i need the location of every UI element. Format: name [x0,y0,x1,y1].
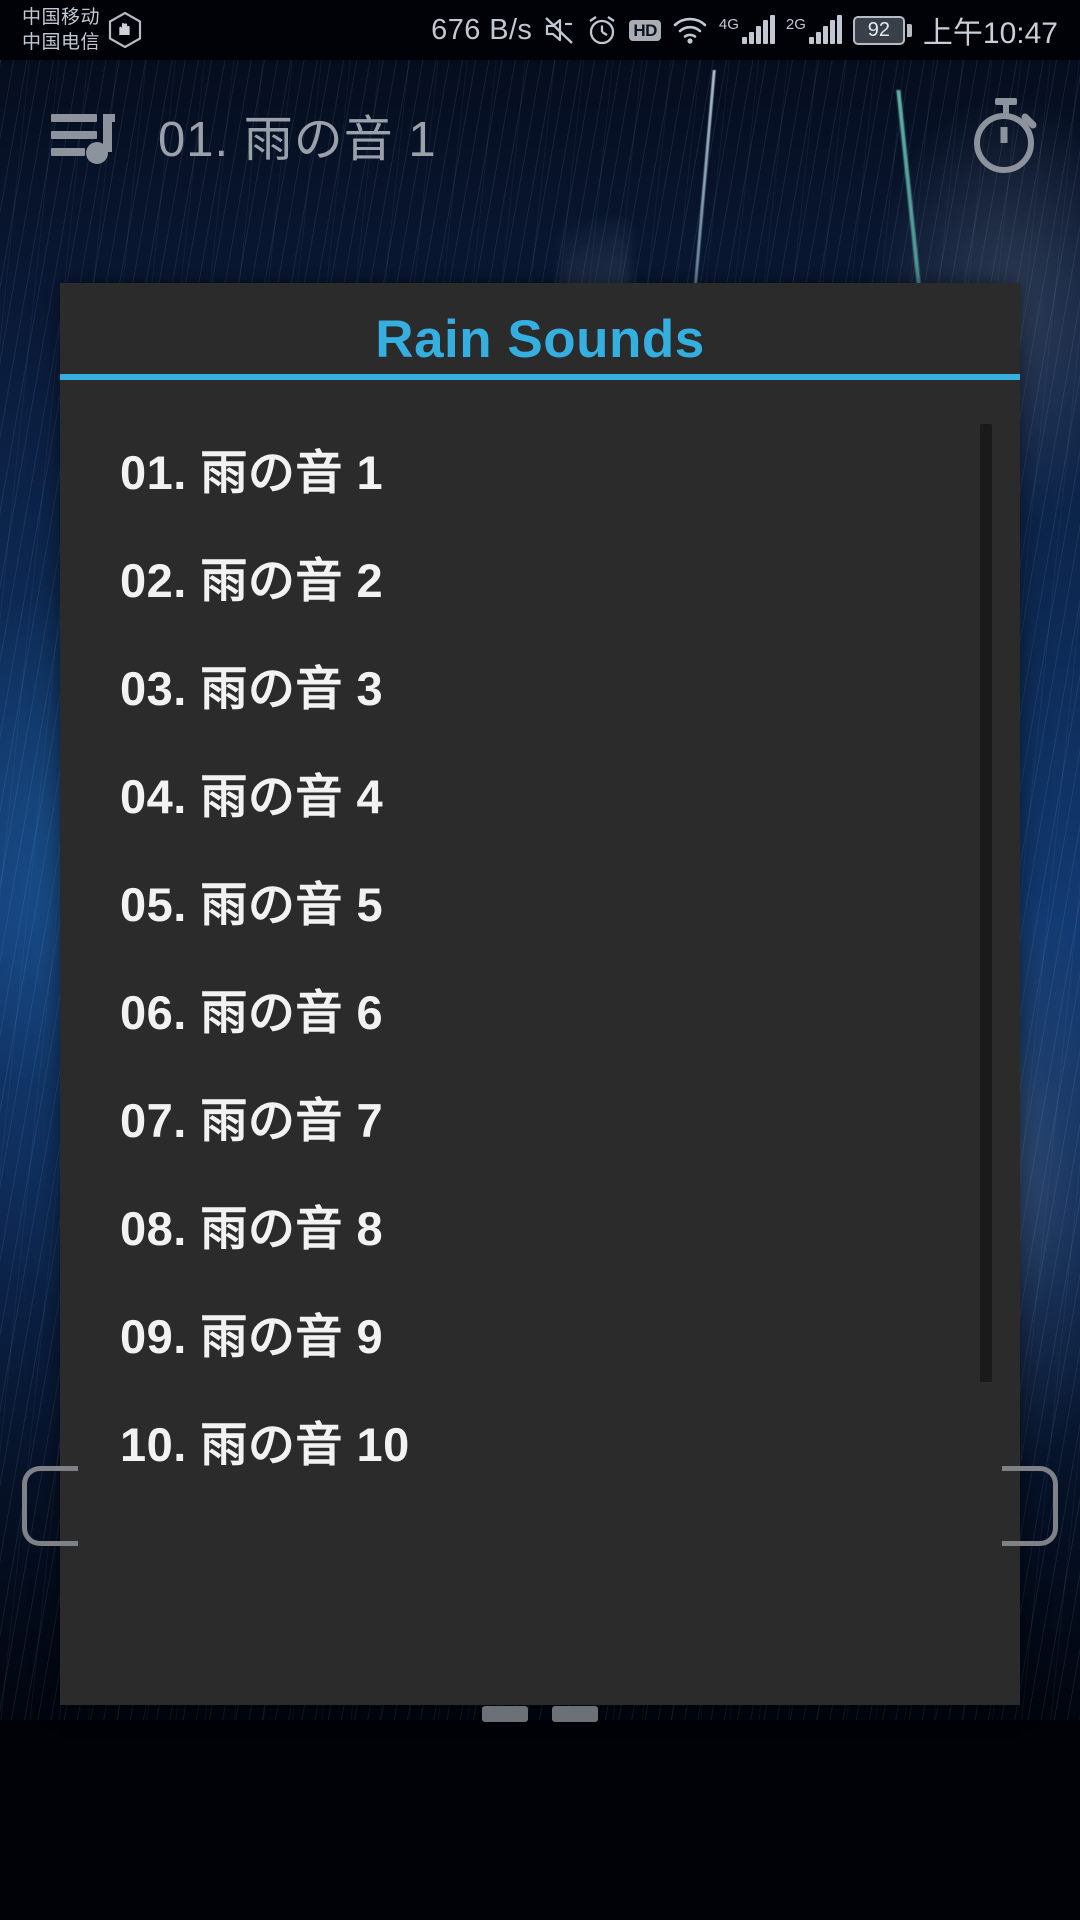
status-bar-clock: 上午10:47 [922,17,1058,50]
list-item[interactable]: 09. 雨の音 9 [60,1278,1020,1386]
status-bar: 中国移动 中国电信 676 B/s HD 4G 2G 92 上午10:47 [0,0,1080,60]
wifi-icon [672,15,708,45]
list-scrollbar[interactable] [980,424,992,1382]
list-item[interactable]: 03. 雨の音 3 [60,630,1020,738]
carrier-line-2: 中国电信 [22,32,101,53]
battery-cap [906,23,912,37]
sim2-generation-label: 2G [785,16,806,33]
battery-level-text: 92 [852,15,905,45]
app-bar: 01. 雨の音 1 [0,60,1080,210]
battery-indicator: 92 [852,15,912,45]
navigation-hint-bar [0,1706,1080,1728]
signal-bars-sim2: 2G [785,15,842,44]
alarm-clock-icon [586,14,618,46]
carrier-labels: 中国移动 中国电信 [22,5,100,55]
sim1-generation-label: 4G [718,16,739,33]
dialog-title: Rain Sounds [375,310,705,369]
signal-bars-sim1: 4G [718,15,775,44]
sleep-timer-stopwatch-icon[interactable] [966,95,1046,175]
sound-list[interactable]: 01. 雨の音 1 02. 雨の音 2 03. 雨の音 3 04. 雨の音 4 05. … [60,380,1020,1705]
rain-sounds-dialog: Rain Sounds 01. 雨の音 1 02. 雨の音 2 03. 雨の音 30… [60,283,1020,1705]
phone-screen: 中国移动 中国电信 676 B/s HD 4G 2G 92 上午10:47 01… [0,0,1080,1920]
list-item[interactable]: 06. 雨の音 6 [60,954,1020,1062]
nav-hint-pill[interactable] [552,1706,598,1722]
volume-mute-icon [543,15,575,45]
nav-hint-pill[interactable] [482,1706,528,1722]
hd-voice-badge: HD [629,19,661,41]
carrier-line-1: 中国移动 [22,7,101,28]
list-item[interactable]: 08. 雨の音 8 [60,1170,1020,1278]
do-not-disturb-hand-icon [108,12,142,48]
status-bar-right-cluster: 676 B/s HD 4G 2G 92 上午10:47 [431,8,1080,52]
playlist-queue-music-icon[interactable] [44,96,122,174]
list-item[interactable]: 05. 雨の音 5 [60,846,1020,954]
list-item[interactable]: 10. 雨の音 10 [60,1386,1020,1494]
list-item[interactable]: 02. 雨の音 2 [60,522,1020,630]
edge-gesture-handle-right[interactable] [1002,1466,1058,1546]
edge-gesture-handle-left[interactable] [22,1466,78,1546]
list-item[interactable]: 01. 雨の音 1 [60,414,1020,522]
list-item[interactable]: 04. 雨の音 4 [60,738,1020,846]
list-item[interactable]: 07. 雨の音 7 [60,1062,1020,1170]
network-speed-text: 676 B/s [431,13,533,46]
page-title: 01. 雨の音 1 [158,112,437,167]
